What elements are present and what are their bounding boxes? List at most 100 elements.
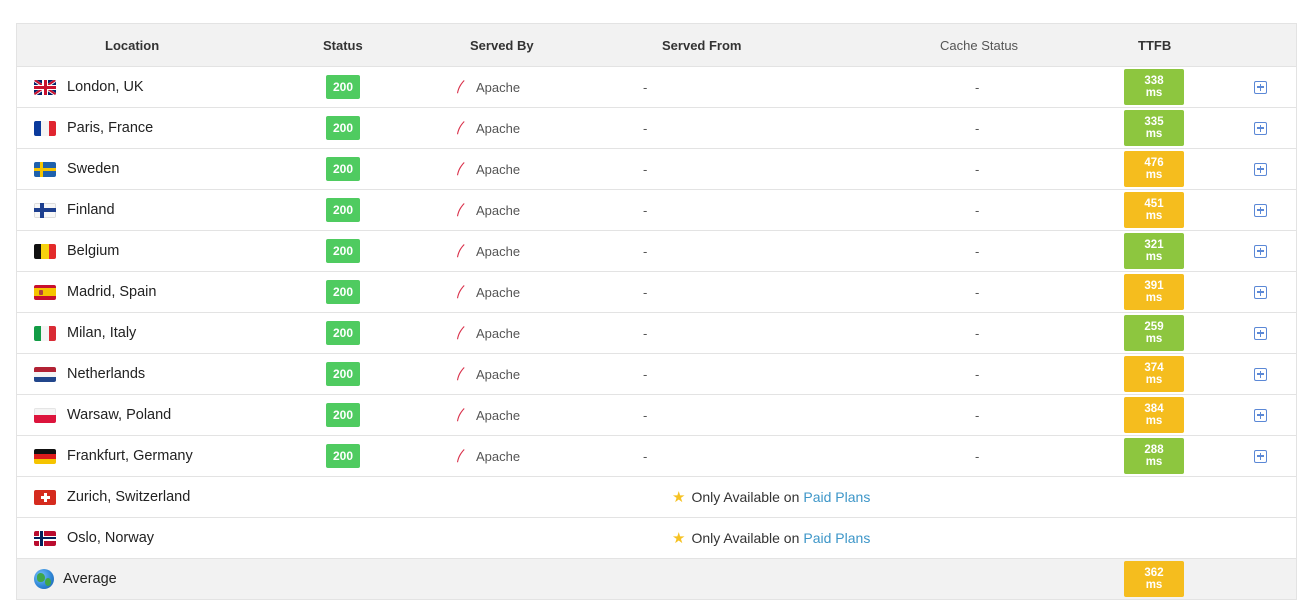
served-by-cell: Apache [456, 395, 520, 435]
status-cell: 200 [326, 436, 361, 476]
location-cell: Belgium [34, 231, 119, 271]
ttfb-badge: 335 ms [1124, 110, 1184, 146]
location-name: Frankfurt, Germany [67, 448, 193, 464]
expand-plus-icon[interactable] [1254, 408, 1267, 422]
cache-status-cell: - [975, 243, 980, 259]
location-name: Milan, Italy [67, 325, 137, 341]
served-from-cell: - [643, 202, 648, 218]
server-name: Apache [476, 79, 521, 95]
status-badge: 200 [326, 403, 361, 427]
served-by-cell: Apache [456, 272, 520, 312]
expand-plus-icon[interactable] [1254, 244, 1267, 258]
flag-es-icon [34, 284, 56, 300]
flag-no-icon [34, 530, 56, 546]
expand-plus-icon[interactable] [1254, 121, 1267, 135]
expand-plus-icon[interactable] [1254, 203, 1267, 217]
apache-feather-icon [457, 285, 465, 299]
speed-test-results-table: Location Status Served By Served From Ca… [16, 23, 1297, 600]
expand-plus-icon[interactable] [1254, 162, 1267, 176]
table-row: Paris, France 200 Apache - - 335 ms [17, 108, 1296, 149]
server-name: Apache [476, 284, 521, 300]
status-badge: 200 [326, 75, 361, 99]
status-badge: 200 [326, 239, 361, 263]
served-by-cell: Apache [456, 108, 520, 148]
ttfb-badge: 476 ms [1124, 151, 1184, 187]
flag-de-icon [34, 448, 56, 464]
served-from-cell: - [643, 284, 648, 300]
expand-cell [1254, 313, 1267, 353]
status-badge: 200 [326, 362, 361, 386]
flag-fr-icon [34, 120, 56, 136]
served-by-cell: Apache [456, 354, 520, 394]
expand-cell [1254, 190, 1267, 230]
status-cell: 200 [326, 67, 361, 107]
server-name: Apache [476, 448, 521, 464]
ttfb-cell: 321 ms [1124, 231, 1184, 271]
cache-status-cell: - [975, 448, 980, 464]
server-name: Apache [476, 325, 521, 341]
cache-status-cell: - [975, 161, 980, 177]
location-cell: London, UK [34, 67, 144, 107]
star-icon: ★ [672, 530, 686, 547]
flag-pl-icon [34, 407, 56, 423]
location-cell: Oslo, Norway [34, 518, 154, 558]
ttfb-cell: 338 ms [1124, 67, 1184, 107]
expand-cell [1254, 436, 1267, 476]
cache-status-cell: - [975, 284, 980, 300]
header-location: Location [105, 38, 160, 53]
cache-status-cell: - [975, 325, 980, 341]
expand-plus-icon[interactable] [1254, 367, 1267, 381]
served-by-cell: Apache [456, 149, 520, 189]
served-from-cell: - [643, 161, 648, 177]
ttfb-badge: 288 ms [1124, 438, 1184, 474]
table-row: Finland 200 Apache - - 451 ms [17, 190, 1296, 231]
flag-se-icon [34, 161, 56, 177]
apache-feather-icon [457, 244, 465, 258]
served-by-cell: Apache [456, 436, 520, 476]
location-name: Madrid, Spain [67, 284, 157, 300]
table-row: Belgium 200 Apache - - 321 ms [17, 231, 1296, 272]
apache-feather-icon [457, 203, 465, 217]
expand-cell [1254, 67, 1267, 107]
ttfb-badge: 391 ms [1124, 274, 1184, 310]
expand-plus-icon[interactable] [1254, 326, 1267, 340]
server-name: Apache [476, 366, 521, 382]
location-cell: Zurich, Switzerland [34, 477, 190, 517]
apache-feather-icon [457, 80, 465, 94]
table-header: Location Status Served By Served From Ca… [17, 24, 1296, 67]
ttfb-cell: 288 ms [1124, 436, 1184, 476]
paid-plans-link[interactable]: Paid Plans [803, 489, 870, 505]
ttfb-cell: 384 ms [1124, 395, 1184, 435]
served-from-cell: - [643, 79, 648, 95]
table-row: Netherlands 200 Apache - - 374 ms [17, 354, 1296, 395]
expand-plus-icon[interactable] [1254, 449, 1267, 463]
expand-cell [1254, 354, 1267, 394]
location-cell: Netherlands [34, 354, 145, 394]
table-row: Sweden 200 Apache - - 476 ms [17, 149, 1296, 190]
location-name: London, UK [67, 79, 144, 95]
served-by-cell: Apache [456, 231, 520, 271]
paid-notice-text: Only Available on [691, 530, 800, 546]
apache-feather-icon [457, 367, 465, 381]
expand-plus-icon[interactable] [1254, 80, 1267, 94]
table-row: Milan, Italy 200 Apache - - 259 ms [17, 313, 1296, 354]
expand-cell [1254, 149, 1267, 189]
served-by-cell: Apache [456, 190, 520, 230]
location-cell: Finland [34, 190, 115, 230]
served-from-cell: - [643, 325, 648, 341]
table-row: Madrid, Spain 200 Apache - - 391 ms [17, 272, 1296, 313]
status-cell: 200 [326, 395, 361, 435]
location-name: Sweden [67, 161, 120, 177]
status-cell: 200 [326, 354, 361, 394]
location-cell: Warsaw, Poland [34, 395, 171, 435]
header-served-by: Served By [470, 38, 534, 53]
expand-plus-icon[interactable] [1254, 285, 1267, 299]
table-row-paid: Zurich, Switzerland ★ Only Available on … [17, 477, 1296, 518]
status-cell: 200 [326, 190, 361, 230]
paid-plans-link[interactable]: Paid Plans [803, 530, 870, 546]
table-row-paid: Oslo, Norway ★ Only Available on Paid Pl… [17, 518, 1296, 559]
expand-cell [1254, 272, 1267, 312]
apache-feather-icon [457, 408, 465, 422]
paid-notice-text: Only Available on [691, 489, 800, 505]
header-ttfb: TTFB [1138, 38, 1172, 53]
